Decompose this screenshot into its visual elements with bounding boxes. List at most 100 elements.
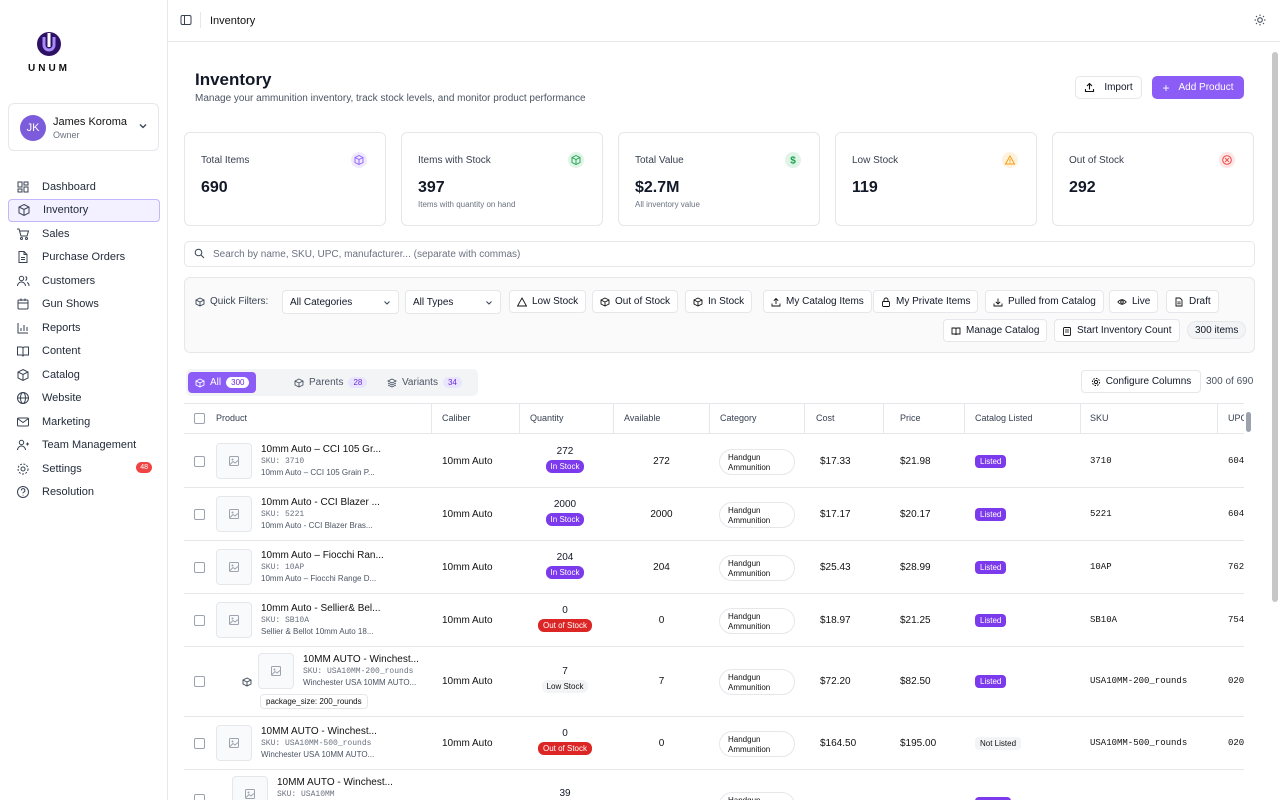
filter-in-stock-button[interactable]: In Stock	[685, 290, 753, 313]
table-row[interactable]: 10mm Auto – Fiocchi Ran... SKU: 10AP 10m…	[184, 541, 1244, 594]
row-checkbox[interactable]	[194, 676, 205, 687]
configure-columns-button[interactable]: Configure Columns	[1081, 370, 1201, 393]
product-thumbnail[interactable]	[216, 602, 252, 638]
stat-hint: All inventory value	[635, 200, 700, 209]
product-name[interactable]: 10mm Auto - CCI Blazer ...	[261, 497, 380, 508]
page-scrollbar[interactable]	[1272, 52, 1278, 602]
product-name[interactable]: 10MM AUTO - Winchest...	[261, 726, 377, 737]
sidebar-toggle-icon[interactable]	[180, 14, 192, 26]
product-name[interactable]: 10mm Auto – CCI 105 Gr...	[261, 444, 381, 455]
column-header-upc[interactable]: UPC	[1228, 413, 1244, 423]
filter-low-stock-button[interactable]: Low Stock	[509, 290, 587, 313]
row-checkbox[interactable]	[194, 455, 205, 467]
sidebar-item-marketing[interactable]: Marketing	[8, 410, 160, 434]
quantity-cell: 39	[520, 788, 610, 799]
warning-icon	[517, 296, 527, 306]
type-select[interactable]: All Types	[405, 290, 501, 314]
filter-draft-button[interactable]: Draft	[1166, 290, 1219, 313]
column-divider[interactable]	[1217, 404, 1218, 434]
column-header-quantity[interactable]: Quantity	[530, 413, 564, 423]
table-scrollbar[interactable]	[1246, 412, 1251, 432]
column-divider[interactable]	[964, 404, 965, 434]
table-row[interactable]: 10mm Auto - CCI Blazer ... SKU: 5221 10m…	[184, 488, 1244, 541]
column-divider[interactable]	[519, 404, 520, 434]
tab-all[interactable]: All 300	[188, 372, 257, 393]
sidebar-item-reports[interactable]: Reports	[8, 316, 160, 340]
sidebar-item-customers[interactable]: Customers	[8, 269, 160, 293]
row-checkbox[interactable]	[194, 794, 205, 800]
product-thumbnail[interactable]	[258, 653, 294, 689]
category-select[interactable]: All Categories	[282, 290, 399, 314]
column-divider[interactable]	[883, 404, 884, 434]
table-row[interactable]: 10mm Auto – CCI 105 Gr... SKU: 3710 10mm…	[184, 435, 1244, 488]
sidebar-item-content[interactable]: Content	[8, 340, 160, 364]
column-divider[interactable]	[431, 404, 432, 434]
product-sku: SKU: SB10A	[261, 616, 310, 625]
filter-live-button[interactable]: Live	[1109, 290, 1159, 313]
add-product-button[interactable]: + Add Product	[1152, 76, 1244, 99]
tab-variants[interactable]: Variants 34	[380, 372, 469, 393]
row-checkbox[interactable]	[194, 737, 205, 749]
table-row[interactable]: 10MM AUTO - Winchest... SKU: USA10MM 39 …	[184, 770, 1244, 800]
sidebar-item-catalog[interactable]: Catalog	[8, 363, 160, 387]
filter-my-catalog-items-button[interactable]: My Catalog Items	[763, 290, 872, 313]
product-thumbnail[interactable]	[216, 496, 252, 532]
select-all-checkbox[interactable]	[194, 413, 205, 424]
table-row[interactable]: 10MM AUTO - Winchest... SKU: USA10MM-500…	[184, 717, 1244, 770]
row-checkbox[interactable]	[194, 561, 205, 573]
product-name[interactable]: 10MM AUTO - Winchest...	[303, 654, 419, 665]
sidebar-item-team-management[interactable]: Team Management	[8, 434, 160, 458]
filter-pulled-from-catalog-button[interactable]: Pulled from Catalog	[985, 290, 1104, 313]
search-input[interactable]	[213, 246, 1213, 262]
column-divider[interactable]	[613, 404, 614, 434]
stock-status-badge: Low Stock	[541, 680, 589, 693]
product-name[interactable]: 10mm Auto - Sellier& Bel...	[261, 603, 381, 614]
stock-status-badge: In Stock	[545, 459, 585, 473]
cost-cell: $17.17	[820, 508, 851, 520]
sidebar-item-website[interactable]: Website	[8, 387, 160, 411]
product-name[interactable]: 10MM AUTO - Winchest...	[277, 777, 393, 788]
column-header-sku[interactable]: SKU	[1090, 413, 1109, 423]
brand-logo[interactable]: UNUM	[28, 30, 70, 74]
column-header-catalog-listed[interactable]: Catalog Listed	[975, 413, 1033, 423]
quantity-value: 0	[562, 727, 568, 739]
column-header-caliber[interactable]: Caliber	[442, 413, 471, 423]
sidebar-item-resolution[interactable]: Resolution	[8, 481, 160, 505]
row-checkbox[interactable]	[194, 614, 205, 626]
column-header-category[interactable]: Category	[720, 413, 757, 423]
sun-icon[interactable]	[1254, 14, 1266, 26]
product-thumbnail[interactable]	[232, 776, 268, 800]
manage-catalog-button[interactable]: Manage Catalog	[943, 319, 1048, 342]
filter-my-private-items-button[interactable]: My Private Items	[873, 290, 979, 313]
category-badge: Handgun	[719, 792, 795, 800]
column-header-available[interactable]: Available	[624, 413, 660, 423]
start-inventory-count-button[interactable]: Start Inventory Count	[1054, 319, 1180, 342]
dollar-icon: $	[785, 152, 801, 168]
table-row[interactable]: 10mm Auto - Sellier& Bel... SKU: SB10A S…	[184, 594, 1244, 647]
column-divider[interactable]	[804, 404, 805, 434]
tab-parents[interactable]: Parents 28	[287, 372, 374, 393]
sidebar-item-settings[interactable]: Settings 48	[8, 457, 160, 481]
cost-cell: $72.20	[820, 676, 851, 687]
product-thumbnail[interactable]	[216, 725, 252, 761]
column-header-product[interactable]: Product	[216, 413, 247, 423]
filter-out-of-stock-button[interactable]: Out of Stock	[592, 290, 679, 313]
column-divider[interactable]	[709, 404, 710, 434]
product-name[interactable]: 10mm Auto – Fiocchi Ran...	[261, 550, 384, 561]
column-header-cost[interactable]: Cost	[816, 413, 835, 423]
sidebar-item-sales[interactable]: Sales	[8, 222, 160, 246]
product-thumbnail[interactable]	[216, 549, 252, 585]
column-header-price[interactable]: Price	[900, 413, 921, 423]
stat-hint: Items with quantity on hand	[418, 200, 516, 209]
user-menu[interactable]: JK James Koroma Owner	[8, 103, 159, 151]
sidebar-item-purchase-orders[interactable]: Purchase Orders	[8, 246, 160, 270]
import-button[interactable]: Import	[1075, 76, 1142, 99]
sidebar-item-dashboard[interactable]: Dashboard	[8, 175, 160, 199]
product-thumbnail[interactable]	[216, 443, 252, 479]
upc-cell: 020	[1228, 737, 1244, 748]
column-divider[interactable]	[1080, 404, 1081, 434]
sidebar-item-inventory[interactable]: Inventory	[8, 198, 160, 222]
sidebar-item-gun-shows[interactable]: Gun Shows	[8, 293, 160, 317]
table-row[interactable]: 10MM AUTO - Winchest... SKU: USA10MM-200…	[184, 647, 1244, 717]
row-checkbox[interactable]	[194, 508, 205, 520]
